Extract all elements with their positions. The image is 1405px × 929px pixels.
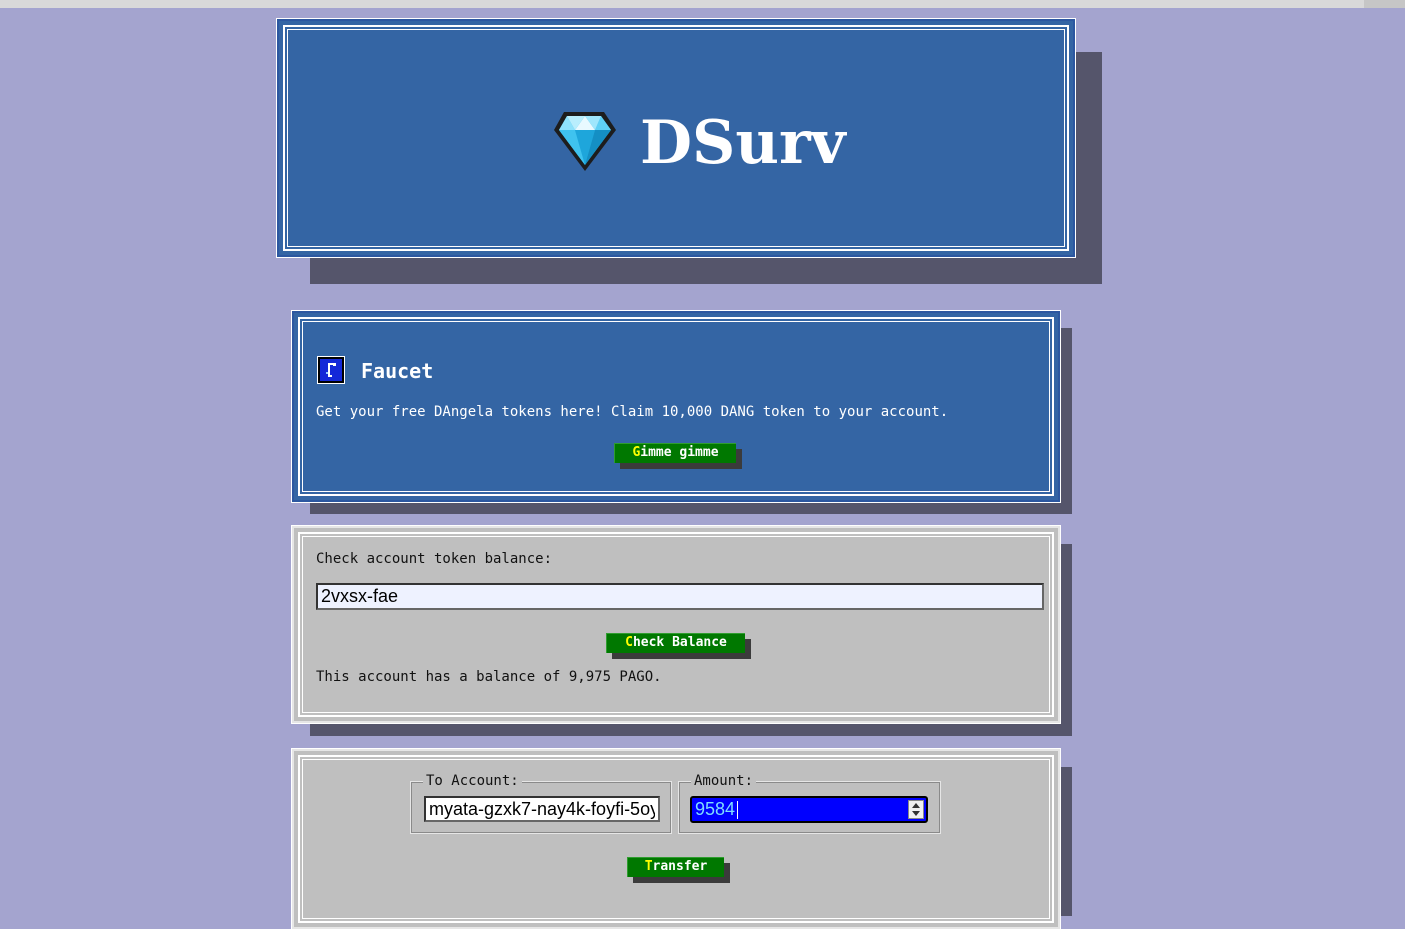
check-button-label: heck Balance [632, 635, 727, 650]
browser-top-bar [0, 0, 1405, 8]
gimme-gimme-button[interactable]: Gimme gimme [614, 443, 736, 463]
browser-scroll-corner [1364, 0, 1405, 8]
check-balance-button[interactable]: Check Balance [606, 633, 745, 653]
to-account-input[interactable] [424, 796, 660, 822]
transfer-button-label: ransfer [652, 859, 708, 874]
balance-prompt: Check account token balance: [316, 551, 553, 567]
account-id-input[interactable] [316, 583, 1044, 610]
check-button-accent-letter: C [625, 635, 633, 650]
transfer-button-accent-letter: T [644, 859, 653, 874]
faucet-heading: Faucet [361, 359, 434, 383]
to-account-label: To Account: [423, 773, 522, 789]
text-cursor [737, 801, 738, 819]
amount-value: 9584 [695, 799, 736, 819]
spinner-arrows-icon [912, 803, 920, 816]
faucet-icon [317, 356, 345, 384]
diamond-icon [554, 112, 616, 171]
amount-label: Amount: [691, 773, 757, 789]
amount-spinner[interactable] [908, 800, 924, 819]
transfer-button[interactable]: Transfer [627, 857, 724, 877]
balance-result: This account has a balance of 9,975 PAGO… [316, 669, 662, 685]
amount-input[interactable]: 9584 [690, 796, 928, 823]
transfer-panel [291, 748, 1061, 929]
gimme-button-label: imme gimme [640, 445, 719, 460]
app-title: DSurv [640, 108, 846, 178]
faucet-description: Get your free DAngela tokens here! Claim… [316, 404, 949, 420]
